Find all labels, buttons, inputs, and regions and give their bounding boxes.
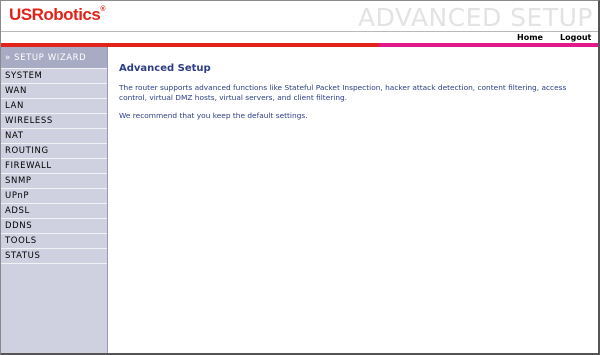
sidebar-item-upnp[interactable]: UPnP	[1, 189, 107, 204]
sidebar-item-nat[interactable]: NAT	[1, 129, 107, 144]
sidebar-item-lan[interactable]: LAN	[1, 99, 107, 114]
recommendation-paragraph: We recommend that you keep the default s…	[119, 111, 308, 120]
sidebar-item-ddns[interactable]: DDNS	[1, 219, 107, 234]
home-link[interactable]: Home	[517, 33, 543, 42]
sidebar-item-system[interactable]: SYSTEM	[1, 69, 107, 84]
sidebar-item-snmp[interactable]: SNMP	[1, 174, 107, 189]
brand-logo: USRobotics®	[9, 5, 106, 25]
sidebar-item-firewall[interactable]: FIREWALL	[1, 159, 107, 174]
browser-frame: USRobotics® ADVANCED SETUP Home Logout »…	[0, 0, 600, 355]
header: USRobotics® ADVANCED SETUP	[1, 1, 598, 32]
sidebar-item-tools[interactable]: TOOLS	[1, 234, 107, 249]
sidebar-item-wireless[interactable]: WIRELESS	[1, 114, 107, 129]
sidebar-item-wan[interactable]: WAN	[1, 84, 107, 99]
page-title: Advanced Setup	[119, 63, 211, 74]
intro-paragraph: The router supports advanced functions l…	[119, 83, 567, 102]
sidebar-item-status[interactable]: STATUS	[1, 249, 107, 264]
logout-link[interactable]: Logout	[560, 33, 591, 42]
sidebar: » SETUP WIZARD SYSTEM WAN LAN WIRELESS N…	[1, 47, 108, 353]
sidebar-item-setup-wizard[interactable]: » SETUP WIZARD	[1, 47, 107, 69]
top-nav: Home Logout	[1, 32, 598, 43]
accent-bar-pink	[379, 43, 598, 47]
section-title: ADVANCED SETUP	[358, 3, 593, 32]
main-content: Advanced Setup The router supports advan…	[119, 63, 589, 129]
brand-name: USRobotics	[9, 5, 101, 24]
trademark-symbol: ®	[100, 6, 106, 13]
sidebar-item-adsl[interactable]: ADSL	[1, 204, 107, 219]
sidebar-item-routing[interactable]: ROUTING	[1, 144, 107, 159]
